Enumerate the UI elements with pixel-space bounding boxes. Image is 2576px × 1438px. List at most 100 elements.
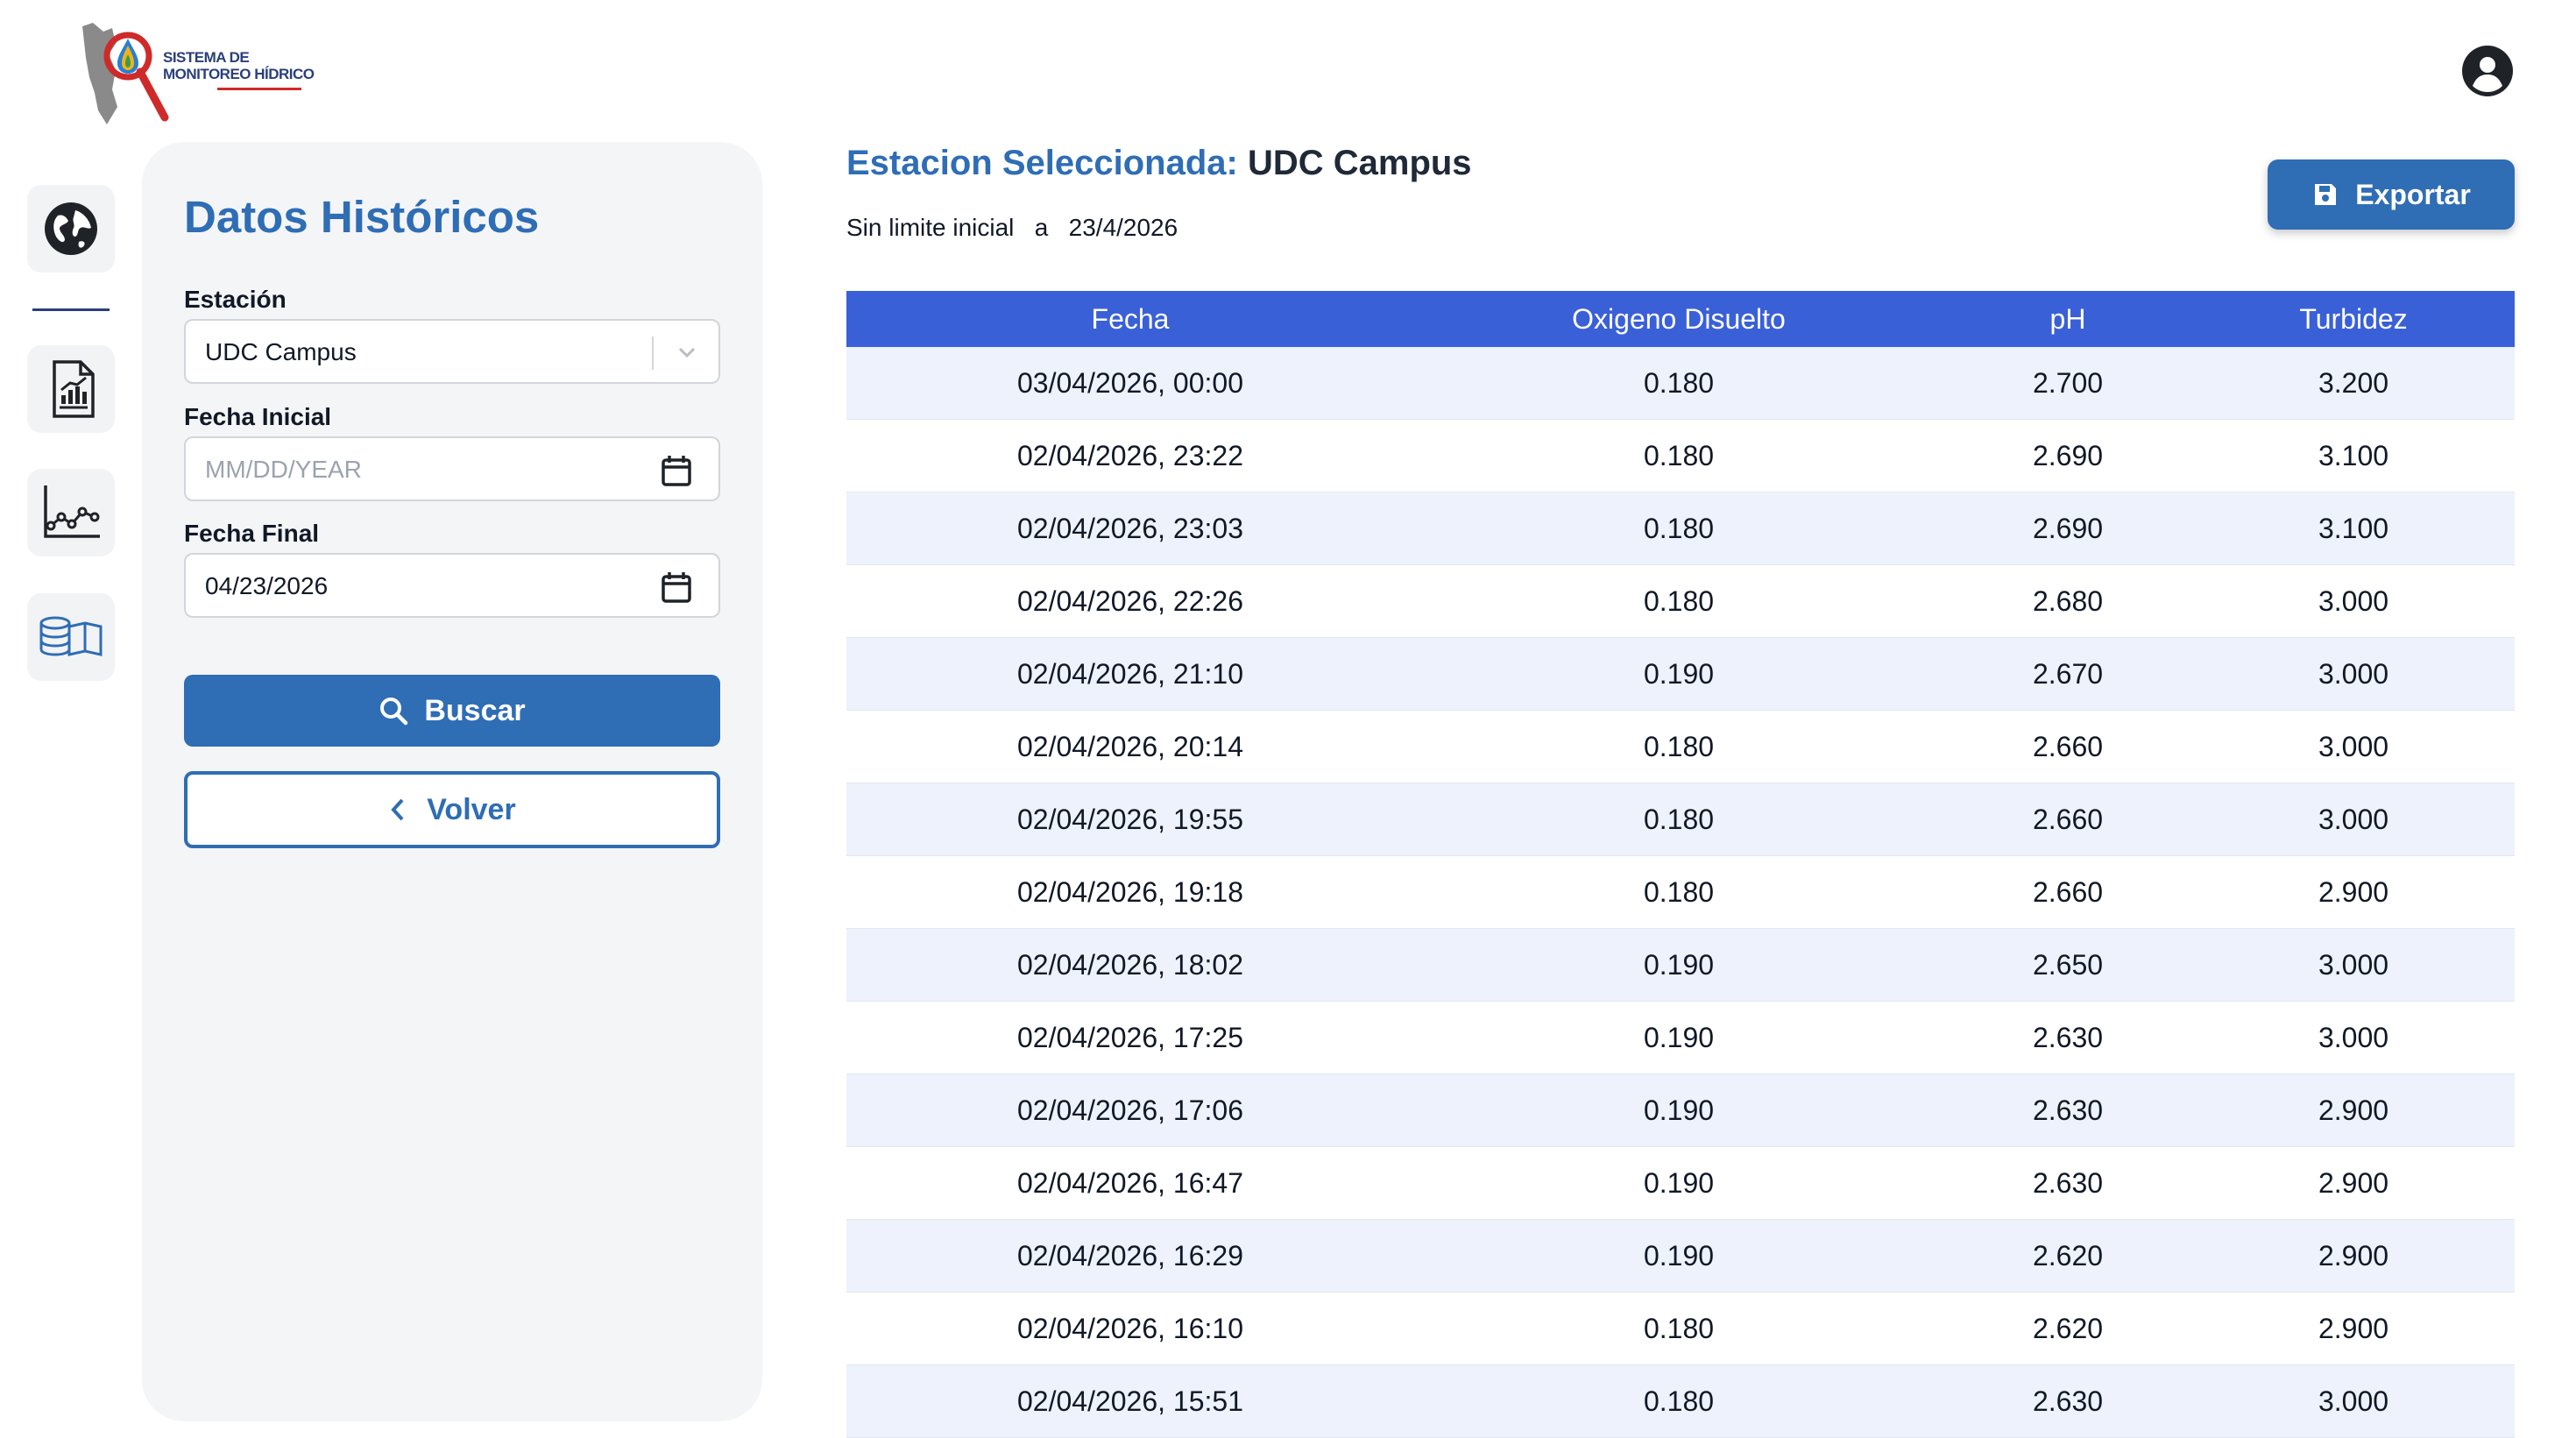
table-row[interactable]: 03/04/2026, 00:00 0.180 2.700 3.200 bbox=[846, 347, 2515, 420]
table-row[interactable]: 02/04/2026, 17:25 0.190 2.630 3.000 bbox=[846, 1002, 2515, 1074]
cell-ph: 2.630 bbox=[2032, 1385, 2104, 1417]
panel-title: Datos Históricos bbox=[184, 192, 540, 242]
cell-ph: 2.630 bbox=[2032, 1166, 2104, 1199]
header-turbidez[interactable]: Turbidez bbox=[2192, 303, 2515, 336]
line-chart-icon bbox=[44, 485, 100, 538]
cell-fecha: 02/04/2026, 19:55 bbox=[1016, 803, 1243, 835]
table-row[interactable]: 02/04/2026, 22:26 0.180 2.680 3.000 bbox=[846, 565, 2515, 638]
user-account-icon[interactable] bbox=[2462, 46, 2513, 96]
chevron-down-icon[interactable] bbox=[675, 340, 699, 365]
cell-ph: 2.630 bbox=[2032, 1094, 2104, 1126]
start-date-label: Fecha Inicial bbox=[184, 403, 332, 430]
table-row[interactable]: 02/04/2026, 21:10 0.190 2.670 3.000 bbox=[846, 638, 2515, 711]
date-range-text: Sin limite inicial a 23/4/2026 bbox=[846, 214, 1178, 241]
cell-turbidez: 3.100 bbox=[2318, 512, 2389, 544]
data-table: Fecha Oxigeno Disuelto pH Turbidez 03/04… bbox=[846, 291, 2515, 1438]
cell-oxigeno: 0.190 bbox=[1643, 1166, 1715, 1199]
cell-ph: 2.670 bbox=[2032, 657, 2104, 690]
sidebar-item-reports[interactable] bbox=[27, 345, 115, 433]
header-fecha[interactable]: Fecha bbox=[846, 303, 1414, 336]
cell-turbidez: 3.000 bbox=[2318, 730, 2389, 762]
cell-turbidez: 2.900 bbox=[2318, 1094, 2389, 1126]
table-row[interactable]: 02/04/2026, 19:18 0.180 2.660 2.900 bbox=[846, 856, 2515, 929]
sidebar-item-charts[interactable] bbox=[27, 469, 115, 556]
search-button[interactable]: Buscar bbox=[184, 675, 720, 747]
station-heading-name: UDC Campus bbox=[1247, 144, 1472, 182]
cell-ph: 2.620 bbox=[2032, 1239, 2104, 1272]
end-date-label: Fecha Final bbox=[184, 520, 320, 547]
end-date-field[interactable]: 04/23/2026 bbox=[184, 553, 720, 618]
cell-fecha: 02/04/2026, 16:10 bbox=[1016, 1312, 1243, 1344]
cell-fecha: 02/04/2026, 19:18 bbox=[1016, 875, 1243, 908]
back-button[interactable]: Volver bbox=[184, 771, 720, 848]
table-row[interactable]: 02/04/2026, 23:22 0.180 2.690 3.100 bbox=[846, 420, 2515, 492]
cell-ph: 2.650 bbox=[2032, 948, 2104, 981]
logo-line-1: SISTEMA DE bbox=[163, 49, 250, 66]
cell-oxigeno: 0.180 bbox=[1643, 803, 1715, 835]
table-row[interactable]: 02/04/2026, 17:06 0.190 2.630 2.900 bbox=[846, 1074, 2515, 1147]
chevron-left-icon bbox=[391, 798, 404, 821]
cell-fecha: 03/04/2026, 00:00 bbox=[1016, 366, 1243, 399]
station-heading-prefix: Estacion Seleccionada: bbox=[846, 144, 1238, 182]
cell-turbidez: 2.900 bbox=[2318, 1166, 2389, 1199]
table-row[interactable]: 02/04/2026, 16:29 0.190 2.620 2.900 bbox=[846, 1220, 2515, 1293]
cell-oxigeno: 0.190 bbox=[1643, 1021, 1715, 1053]
table-row[interactable]: 02/04/2026, 20:14 0.180 2.660 3.000 bbox=[846, 711, 2515, 783]
cell-fecha: 02/04/2026, 20:14 bbox=[1016, 730, 1243, 762]
cell-oxigeno: 0.180 bbox=[1643, 875, 1715, 908]
cell-oxigeno: 0.190 bbox=[1643, 948, 1715, 981]
cell-turbidez: 3.200 bbox=[2318, 366, 2389, 399]
sidebar-item-map[interactable] bbox=[27, 185, 115, 273]
cell-ph: 2.620 bbox=[2032, 1312, 2104, 1344]
cell-oxigeno: 0.180 bbox=[1643, 366, 1715, 399]
cell-oxigeno: 0.180 bbox=[1643, 512, 1715, 544]
cell-oxigeno: 0.190 bbox=[1643, 1094, 1715, 1126]
header-ph[interactable]: pH bbox=[1943, 303, 2192, 336]
calendar-icon[interactable] bbox=[661, 454, 692, 487]
cell-oxigeno: 0.180 bbox=[1643, 1385, 1715, 1417]
report-chart-icon bbox=[53, 360, 95, 418]
cell-oxigeno: 0.190 bbox=[1643, 657, 1715, 690]
export-button-label: Exportar bbox=[2355, 178, 2471, 210]
selected-station-heading: Estacion Seleccionada: UDC Campus bbox=[846, 144, 1472, 183]
table-row[interactable]: 02/04/2026, 15:51 0.180 2.630 3.000 bbox=[846, 1365, 2515, 1438]
search-button-label: Buscar bbox=[424, 693, 526, 727]
cell-ph: 2.630 bbox=[2032, 1021, 2104, 1053]
cell-fecha: 02/04/2026, 23:22 bbox=[1016, 439, 1243, 471]
cell-fecha: 02/04/2026, 17:06 bbox=[1016, 1094, 1243, 1126]
cell-ph: 2.660 bbox=[2032, 875, 2104, 908]
cell-fecha: 02/04/2026, 15:51 bbox=[1016, 1385, 1243, 1417]
table-row[interactable]: 02/04/2026, 19:55 0.180 2.660 3.000 bbox=[846, 783, 2515, 856]
calendar-icon[interactable] bbox=[661, 570, 692, 604]
start-date-field[interactable]: MM/DD/YEAR bbox=[184, 436, 720, 501]
cell-turbidez: 3.100 bbox=[2318, 439, 2389, 471]
cell-turbidez: 3.000 bbox=[2318, 584, 2389, 617]
save-icon bbox=[2315, 184, 2337, 205]
cell-turbidez: 3.000 bbox=[2318, 948, 2389, 981]
database-book-icon bbox=[39, 616, 103, 656]
table-row[interactable]: 02/04/2026, 23:03 0.180 2.690 3.100 bbox=[846, 492, 2515, 565]
station-select[interactable]: UDC Campus bbox=[184, 319, 720, 384]
table-row[interactable]: 02/04/2026, 18:02 0.190 2.650 3.000 bbox=[846, 929, 2515, 1002]
cell-ph: 2.680 bbox=[2032, 584, 2104, 617]
sidebar-item-data[interactable] bbox=[27, 593, 115, 681]
logo-underline bbox=[217, 88, 301, 90]
header-oxigeno[interactable]: Oxigeno Disuelto bbox=[1414, 303, 1943, 336]
export-button[interactable]: Exportar bbox=[2268, 159, 2515, 230]
cell-turbidez: 3.000 bbox=[2318, 657, 2389, 690]
station-label: Estación bbox=[184, 286, 287, 313]
cell-fecha: 02/04/2026, 17:25 bbox=[1016, 1021, 1243, 1053]
cell-fecha: 02/04/2026, 16:47 bbox=[1016, 1166, 1243, 1199]
table-row[interactable]: 02/04/2026, 16:10 0.180 2.620 2.900 bbox=[846, 1293, 2515, 1365]
cell-fecha: 02/04/2026, 22:26 bbox=[1016, 584, 1243, 617]
cell-turbidez: 2.900 bbox=[2318, 875, 2389, 908]
cell-oxigeno: 0.180 bbox=[1643, 1312, 1715, 1344]
table-row[interactable]: 02/04/2026, 16:47 0.190 2.630 2.900 bbox=[846, 1147, 2515, 1220]
cell-oxigeno: 0.180 bbox=[1643, 730, 1715, 762]
cell-ph: 2.660 bbox=[2032, 803, 2104, 835]
start-date-placeholder: MM/DD/YEAR bbox=[205, 456, 362, 483]
station-select-value: UDC Campus bbox=[205, 338, 357, 365]
logo-line-2: MONITOREO HÍDRICO bbox=[163, 66, 315, 82]
cell-ph: 2.690 bbox=[2032, 512, 2104, 544]
select-divider bbox=[652, 336, 654, 370]
